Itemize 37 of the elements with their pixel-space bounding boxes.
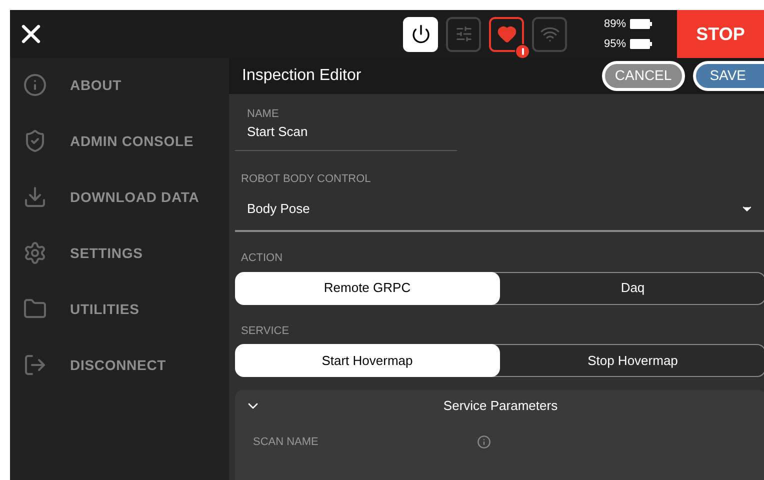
sliders-button[interactable]: [446, 16, 481, 52]
section-label: SERVICE: [241, 324, 290, 336]
name-field[interactable]: NAME Start Scan: [235, 94, 457, 150]
parameters-toggle[interactable]: Service Parameters: [235, 390, 764, 422]
sliders-icon: [454, 25, 472, 43]
battery-icon: [630, 18, 652, 29]
battery-reading: 89%: [604, 16, 626, 32]
download-icon: [23, 185, 47, 209]
gear-icon: [23, 241, 47, 265]
info-icon: [477, 435, 491, 450]
wifi-button[interactable]: [532, 16, 567, 52]
sidebar-item[interactable]: SETTINGS: [10, 238, 229, 268]
shield-icon: [23, 129, 47, 153]
info-icon: [23, 73, 47, 97]
battery-reading: 95%: [604, 37, 626, 52]
sidebar-item[interactable]: UTILITIES: [10, 294, 229, 324]
folder-icon: [23, 297, 47, 321]
segment-option[interactable]: Remote GRPC: [235, 272, 500, 304]
battery-icon: [630, 39, 652, 50]
sidebar-item[interactable]: ABOUT: [10, 70, 229, 100]
power-button[interactable]: [403, 16, 438, 52]
stop-button[interactable]: STOP: [677, 10, 764, 58]
editor-title: Inspection Editor: [242, 66, 362, 86]
health-button[interactable]: [489, 16, 524, 52]
sidebar-item[interactable]: DISCONNECT: [10, 350, 229, 380]
field-label: ROBOT BODY CONTROL: [241, 172, 371, 184]
cancel-button[interactable]: CANCEL: [602, 60, 685, 91]
segment-option[interactable]: Start Hovermap: [235, 344, 500, 377]
section-label: ACTION: [241, 252, 283, 264]
sidebar-item[interactable]: ADMIN CONSOLE: [10, 126, 229, 156]
heart-icon: [496, 24, 516, 44]
field-label: SCAN NAME: [253, 435, 320, 450]
save-button[interactable]: SAVE: [692, 60, 764, 91]
body-control-select[interactable]: Body Pose: [235, 187, 764, 232]
power-icon: [410, 24, 430, 44]
sidebar-item[interactable]: DOWNLOAD DATA: [10, 182, 229, 212]
exit-icon: [23, 353, 47, 377]
